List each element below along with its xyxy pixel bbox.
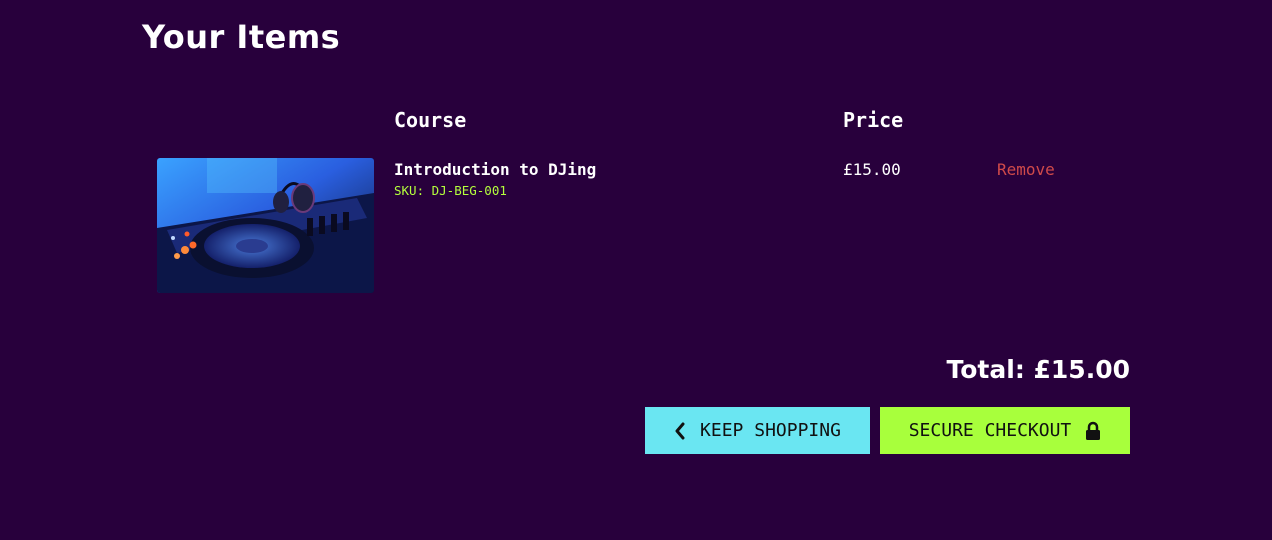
keep-shopping-label: KEEP SHOPPING — [700, 420, 841, 441]
secure-checkout-label: SECURE CHECKOUT — [908, 420, 1072, 441]
page-title: Your Items — [142, 18, 341, 56]
column-header-price: Price — [843, 108, 904, 132]
course-name: Introduction to DJing — [394, 160, 597, 179]
chevron-left-icon — [674, 422, 686, 440]
lock-icon — [1085, 421, 1101, 441]
course-price: £15.00 — [843, 160, 901, 179]
course-sku: SKU: DJ-BEG-001 — [394, 183, 507, 198]
secure-checkout-button[interactable]: SECURE CHECKOUT — [880, 407, 1130, 454]
course-thumbnail — [157, 158, 374, 293]
remove-item-link[interactable]: Remove — [997, 160, 1055, 179]
order-total: Total: £15.00 — [946, 355, 1130, 384]
keep-shopping-button[interactable]: KEEP SHOPPING — [645, 407, 870, 454]
column-header-course: Course — [394, 108, 467, 132]
